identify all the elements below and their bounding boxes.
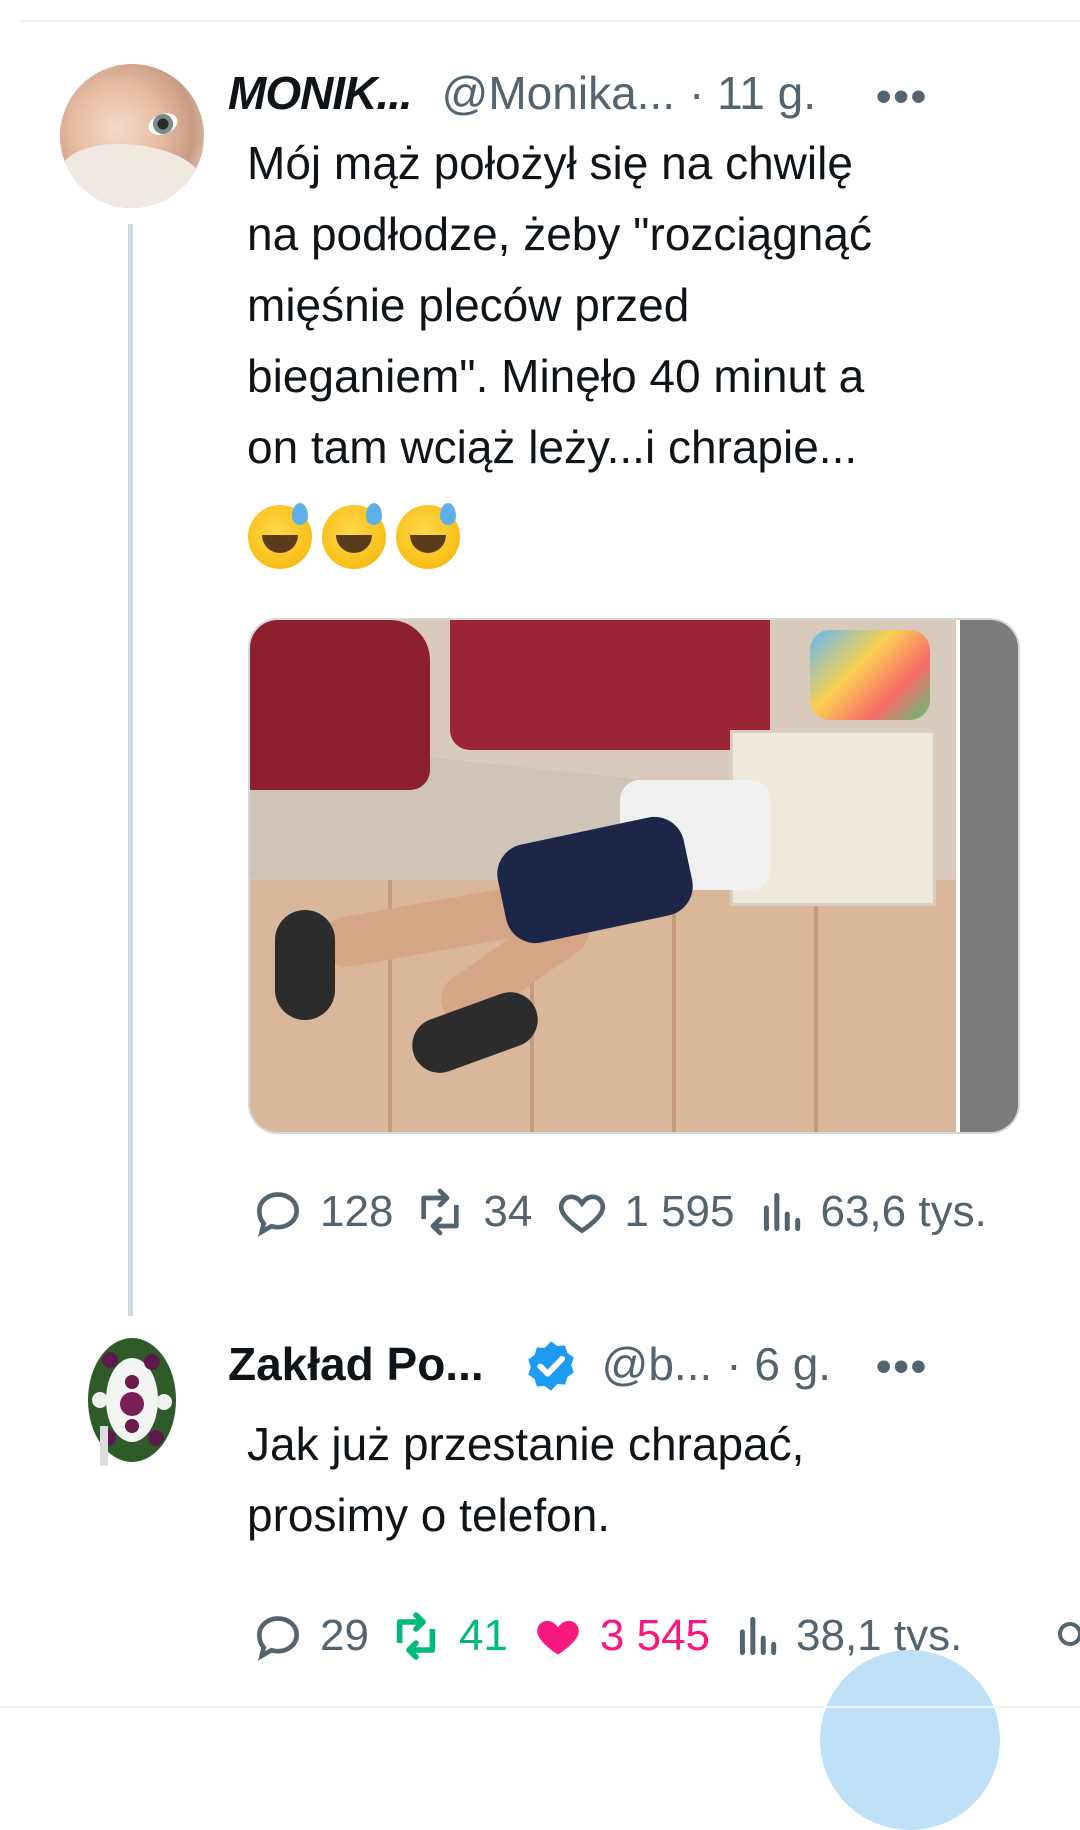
retweet-count: 41 [458, 1611, 508, 1660]
reply-button[interactable]: 128 [250, 1184, 393, 1240]
avatar[interactable] [60, 64, 204, 208]
views-button[interactable]: 63,6 tys. [756, 1184, 987, 1240]
bottom-divider [0, 1706, 1080, 1708]
reply-icon [256, 1192, 300, 1237]
retweet-count: 34 [483, 1187, 533, 1236]
reply-button[interactable]: 29 [250, 1608, 369, 1664]
like-icon [537, 1620, 579, 1655]
user-handle[interactable]: @b... [602, 1337, 713, 1391]
more-icon[interactable]: ••• [876, 72, 928, 122]
photo-armchair [250, 620, 430, 790]
retweet-button[interactable]: 41 [387, 1608, 508, 1664]
user-handle[interactable]: @Monika... [442, 66, 675, 120]
sweat-smile-emoji-icon [396, 503, 460, 569]
avatar[interactable] [80, 1330, 184, 1476]
photo-shoe [275, 910, 335, 1020]
tweet-photo[interactable] [248, 618, 1020, 1134]
tweet-header: MONIK... @Monika... · 11 g. [228, 66, 816, 120]
like-button[interactable]: 3 545 [530, 1608, 710, 1664]
more-icon[interactable]: ••• [876, 1342, 928, 1392]
sweat-smile-emoji-icon [248, 503, 312, 569]
like-count: 3 545 [599, 1611, 711, 1660]
like-button[interactable]: 1 595 [554, 1184, 734, 1240]
action-bar: 128 34 1 595 63,6 tys. [250, 1184, 987, 1240]
views-count: 63,6 tys. [820, 1187, 987, 1236]
photo-toys [810, 630, 930, 720]
top-divider [20, 20, 1080, 22]
retweet-button[interactable]: 34 [411, 1184, 532, 1240]
views-icon [764, 1192, 801, 1232]
thread-connector-line [128, 224, 133, 1316]
timestamp[interactable]: · 6 g. [726, 1337, 831, 1391]
wreath-avatar-image [88, 1338, 176, 1466]
emoji-row [248, 503, 460, 569]
timestamp[interactable]: · 11 g. [689, 66, 816, 120]
like-icon [559, 1194, 606, 1234]
share-icon[interactable] [1058, 1622, 1080, 1646]
action-bar: 29 41 3 545 38,1 tys. [250, 1608, 962, 1664]
tweet-text: Mój mąż położył się na chwilę na podłodz… [247, 137, 872, 473]
photo-edge-panel [956, 620, 1018, 1132]
display-name[interactable]: Zakład Po... [228, 1337, 484, 1391]
photo-ottoman [450, 620, 770, 750]
tweet-text: Jak już przestanie chrapać, prosimy o te… [247, 1418, 805, 1541]
sweat-smile-emoji-icon [322, 503, 386, 569]
reply-count: 128 [320, 1187, 394, 1236]
tweet-header: Zakład Po... @b... · 6 g. [228, 1337, 831, 1395]
display-name[interactable]: MONIK... [228, 66, 413, 120]
compose-fab-button[interactable] [820, 1650, 1000, 1830]
views-icon [739, 1616, 777, 1656]
reply-icon [256, 1616, 300, 1661]
retweet-icon [396, 1612, 436, 1660]
reply-count: 29 [320, 1611, 369, 1660]
retweet-icon [421, 1188, 460, 1236]
avatar-background [60, 144, 204, 208]
avatar-eye [145, 109, 181, 139]
like-count: 1 595 [624, 1187, 735, 1236]
verified-badge-icon [522, 1337, 580, 1395]
